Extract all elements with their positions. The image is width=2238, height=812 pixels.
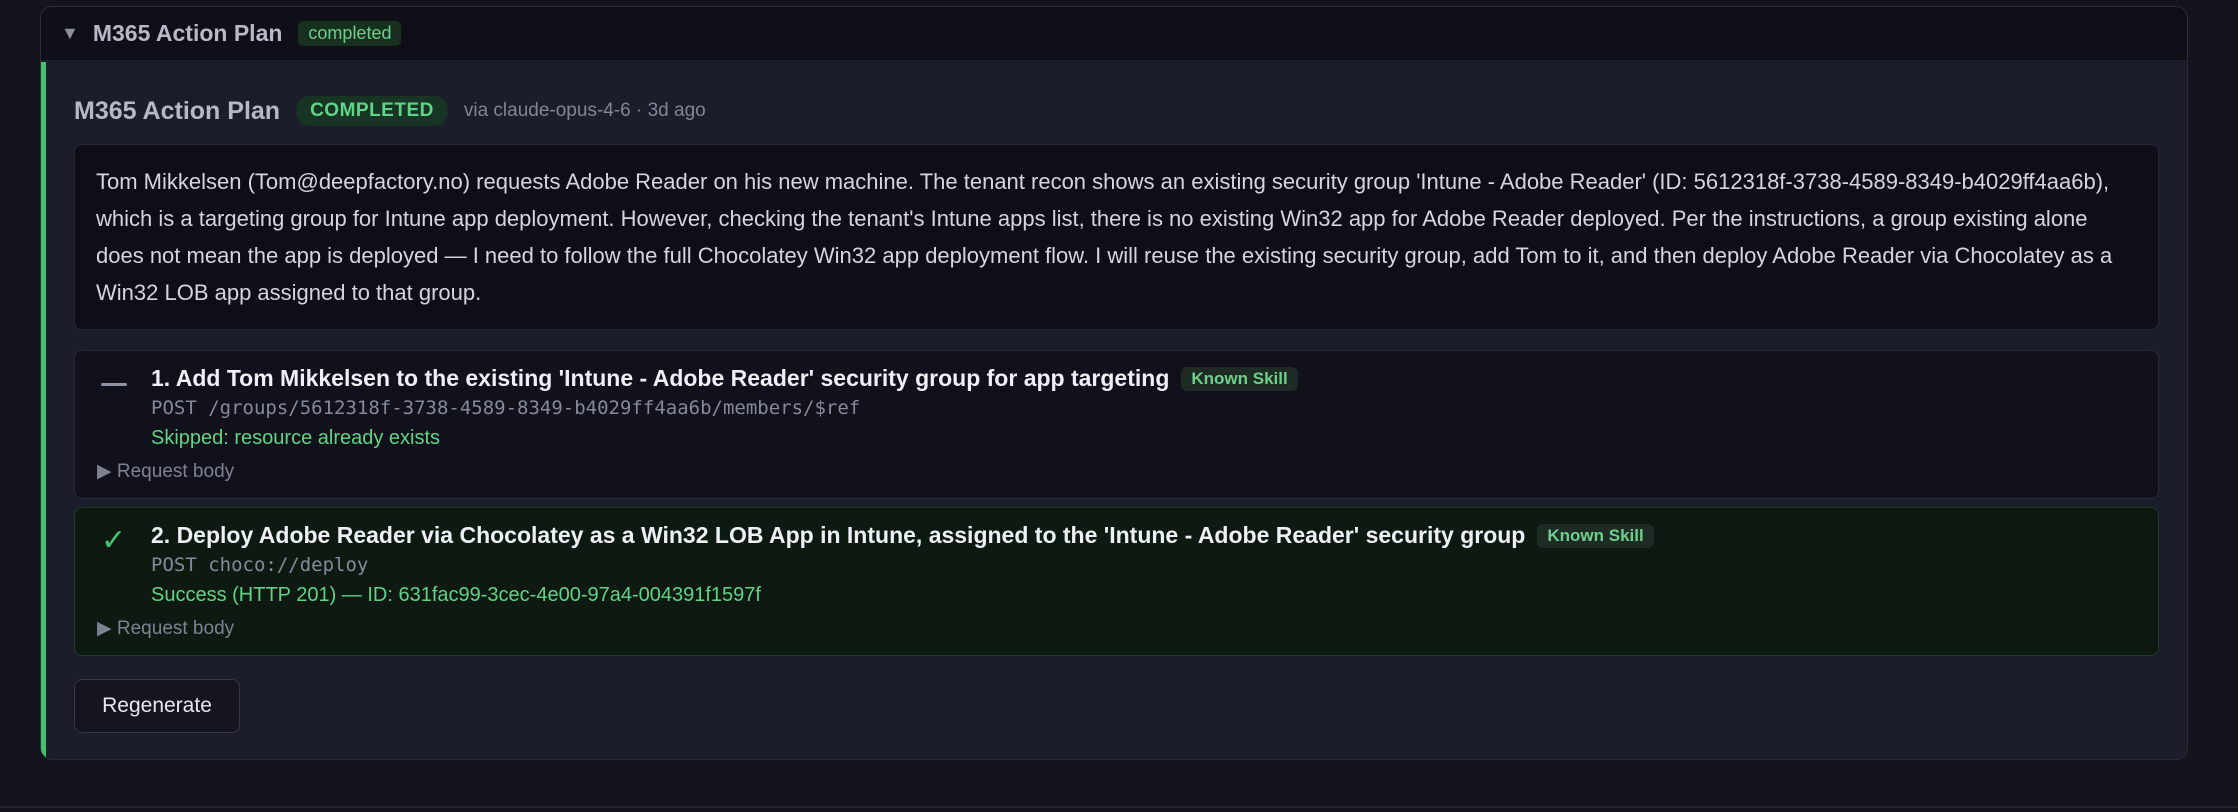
dash-icon [101, 369, 131, 399]
bottom-divider [0, 806, 2238, 808]
known-skill-badge: Known Skill [1181, 366, 1298, 391]
collapse-caret-icon[interactable]: ▼ [61, 23, 79, 44]
step-endpoint: POST choco://deploy [151, 554, 369, 576]
header-status-badge: completed [298, 21, 402, 46]
step-title: 1. Add Tom Mikkelsen to the existing 'In… [151, 365, 1170, 391]
request-body-toggle[interactable]: ▶ Request body [97, 617, 234, 640]
step-endpoint: POST /groups/5612318f-3738-4589-8349-b40… [151, 397, 861, 419]
step-result: Skipped: resource already exists [151, 427, 441, 449]
plan-title: M365 Action Plan [74, 96, 281, 125]
known-skill-badge: Known Skill [1537, 523, 1654, 548]
plan-heading: M365 Action Plan COMPLETED via claude-op… [74, 96, 706, 126]
action-plan-card: ▼ M365 Action Plan completed M365 Action… [40, 6, 2188, 760]
header-title: M365 Action Plan [92, 20, 283, 46]
request-body-toggle[interactable]: ▶ Request body [97, 460, 234, 483]
step-title: 2. Deploy Adobe Reader via Chocolatey as… [151, 522, 1526, 548]
checkmark-icon: ✓ [101, 524, 127, 557]
step-1: 1. Add Tom Mikkelsen to the existing 'In… [74, 350, 2159, 499]
action-plan-header[interactable]: ▼ M365 Action Plan completed [41, 7, 2187, 61]
step-result: Success (HTTP 201) — ID: 631fac99-3cec-4… [151, 584, 761, 606]
regenerate-button[interactable]: Regenerate [74, 679, 240, 733]
plan-panel: M365 Action Plan COMPLETED via claude-op… [41, 62, 2187, 759]
step-2: ✓ 2. Deploy Adobe Reader via Chocolatey … [74, 507, 2159, 656]
plan-status-badge: COMPLETED [296, 96, 448, 126]
plan-meta: via claude-opus-4-6 · 3d ago [463, 100, 706, 121]
plan-reasoning: Tom Mikkelsen (Tom@deepfactory.no) reque… [74, 144, 2159, 330]
